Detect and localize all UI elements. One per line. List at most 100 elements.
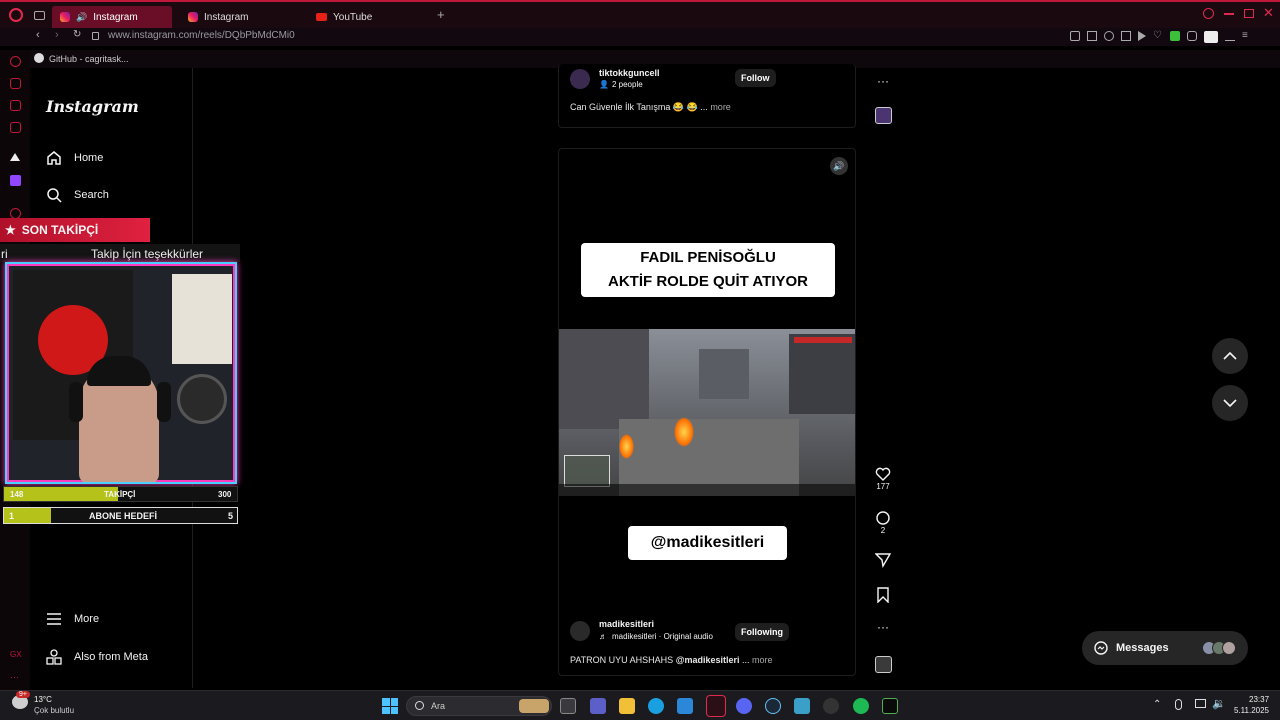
people-count: 2 people	[611, 80, 643, 89]
previous-reel-button[interactable]	[1212, 338, 1248, 374]
avatar	[1222, 641, 1236, 655]
more-options-icon[interactable]: ···	[10, 672, 19, 682]
bag-icon[interactable]	[10, 78, 21, 89]
audio-thumbnail[interactable]	[875, 656, 892, 673]
caption-more-link[interactable]: more	[710, 102, 731, 112]
pin-icon[interactable]	[1070, 31, 1080, 41]
download-icon[interactable]	[1225, 31, 1235, 41]
comment-action[interactable]: 2	[875, 510, 891, 535]
streamer-cap	[87, 356, 151, 386]
audio-info[interactable]: ♬ madikesitleri · Original audio	[599, 632, 713, 641]
followers-label: TAKİPÇİ	[104, 490, 136, 499]
reel-video-frame[interactable]	[559, 329, 855, 496]
screenshot-icon[interactable]	[1087, 31, 1097, 41]
close-icon[interactable]: ✕	[1263, 5, 1274, 21]
teams-icon[interactable]	[590, 698, 606, 714]
browser-tab-bar: 🔊 Instagram Instagram YouTube + ✕	[0, 0, 1280, 28]
like-action[interactable]: 177	[875, 466, 891, 491]
notification-badge: 9+	[16, 691, 30, 698]
caption-mention[interactable]: @madikesitleri	[676, 655, 740, 665]
download-extension-icon[interactable]	[1170, 31, 1180, 41]
reload-icon[interactable]: ↻	[73, 29, 81, 40]
task-view-icon[interactable]	[560, 698, 576, 714]
gx-control-icon[interactable]	[10, 100, 21, 111]
menu-icon[interactable]: ≡	[1242, 31, 1252, 41]
maximize-icon[interactable]	[1244, 9, 1254, 18]
message-avatars	[1202, 641, 1236, 655]
next-reel-button[interactable]	[1212, 385, 1248, 421]
opera-gx-logo-icon[interactable]	[9, 8, 23, 22]
heart-icon[interactable]: ♡	[1153, 31, 1163, 41]
gx-badge-icon[interactable]: GX	[10, 650, 22, 659]
nav-home[interactable]: Home	[46, 150, 103, 166]
adblock-icon[interactable]	[1104, 31, 1114, 41]
settings-gear-icon[interactable]	[794, 698, 810, 714]
play-icon[interactable]	[1138, 31, 1146, 41]
steam-icon[interactable]	[765, 698, 781, 714]
history-icon[interactable]	[10, 56, 21, 67]
share-action[interactable]	[875, 552, 891, 568]
clock-time[interactable]: 23:37	[1249, 695, 1269, 704]
caption-more-link[interactable]: more	[752, 655, 773, 665]
tab-instagram[interactable]: Instagram	[180, 6, 300, 28]
microphone-icon[interactable]	[1175, 699, 1182, 710]
username[interactable]: tiktokkguncell	[599, 68, 660, 78]
weather-desc[interactable]: Çok bulutlu	[34, 706, 74, 715]
opera-gx-taskbar-icon[interactable]	[706, 695, 726, 717]
arc-icon[interactable]	[10, 153, 20, 161]
followers-goal-bar: 148 TAKİPÇİ 300	[3, 486, 238, 502]
audio-thumbnail[interactable]	[875, 107, 892, 124]
bookmark-github[interactable]: GitHub - cagritask...	[49, 54, 129, 64]
file-explorer-icon[interactable]	[619, 698, 635, 714]
following-button[interactable]: Following	[735, 623, 789, 641]
chevron-up-icon[interactable]: ⌃	[1153, 699, 1161, 710]
username[interactable]: madikesitleri	[599, 619, 654, 629]
edge-icon[interactable]	[648, 698, 664, 714]
back-icon[interactable]: ‹	[36, 29, 40, 41]
volume-icon[interactable]: 🔊	[830, 157, 848, 175]
weather-temp[interactable]: 13°C	[34, 695, 52, 704]
obs-icon[interactable]	[823, 698, 839, 714]
profile-icon[interactable]	[1204, 31, 1218, 43]
store-icon[interactable]	[677, 698, 693, 714]
windows-start-icon[interactable]	[382, 698, 398, 714]
more-options-icon[interactable]: ···	[877, 74, 889, 88]
messages-button[interactable]: Messages	[1082, 631, 1248, 665]
lock-icon[interactable]	[92, 32, 99, 40]
nav-also-from-meta[interactable]: Also from Meta	[46, 649, 148, 665]
twitch-icon[interactable]	[10, 175, 21, 186]
follow-button[interactable]: Follow	[735, 69, 776, 87]
url-field[interactable]: www.instagram.com/reels/DQbPbMdCMi0	[108, 30, 295, 41]
tab-youtube[interactable]: YouTube	[308, 6, 428, 28]
taskbar-search[interactable]: Ara	[406, 696, 552, 716]
nav-more[interactable]: More	[46, 612, 99, 626]
forward-icon[interactable]: ›	[55, 29, 59, 41]
toolbar-icons: ♡ ≡	[1070, 31, 1252, 43]
translate-icon[interactable]	[1121, 31, 1131, 41]
spotify-icon[interactable]	[853, 698, 869, 714]
volume-icon[interactable]: 🔉	[1212, 697, 1226, 710]
collab-people[interactable]: 👤 2 people	[599, 80, 643, 89]
avatar[interactable]	[570, 621, 590, 641]
nav-home-label: Home	[74, 152, 104, 164]
tab-manager-icon[interactable]	[34, 11, 45, 20]
gx-corner-icon[interactable]	[10, 122, 21, 133]
search-tabs-icon[interactable]	[1203, 8, 1214, 19]
instagram-logo[interactable]: Instagram	[46, 97, 139, 116]
tab-instagram-active[interactable]: 🔊 Instagram	[52, 6, 172, 28]
speaker-icon[interactable]: 🔊	[76, 12, 87, 23]
discord-icon[interactable]	[736, 698, 752, 714]
clock-date[interactable]: 5.11.2025	[1234, 706, 1269, 715]
chevron-up-icon	[1223, 352, 1237, 360]
more-options-icon[interactable]: ···	[875, 620, 891, 634]
nav-search[interactable]: Search	[46, 187, 109, 203]
minimize-icon[interactable]	[1224, 13, 1234, 15]
godfather-poster	[172, 274, 232, 364]
star-icon: ★	[5, 223, 16, 237]
avatar[interactable]	[570, 69, 590, 89]
extensions-icon[interactable]	[1187, 31, 1197, 41]
save-action[interactable]	[875, 587, 891, 603]
new-tab-button[interactable]: +	[437, 7, 445, 22]
app-icon[interactable]	[882, 698, 898, 714]
monitor-icon[interactable]	[1195, 699, 1206, 708]
